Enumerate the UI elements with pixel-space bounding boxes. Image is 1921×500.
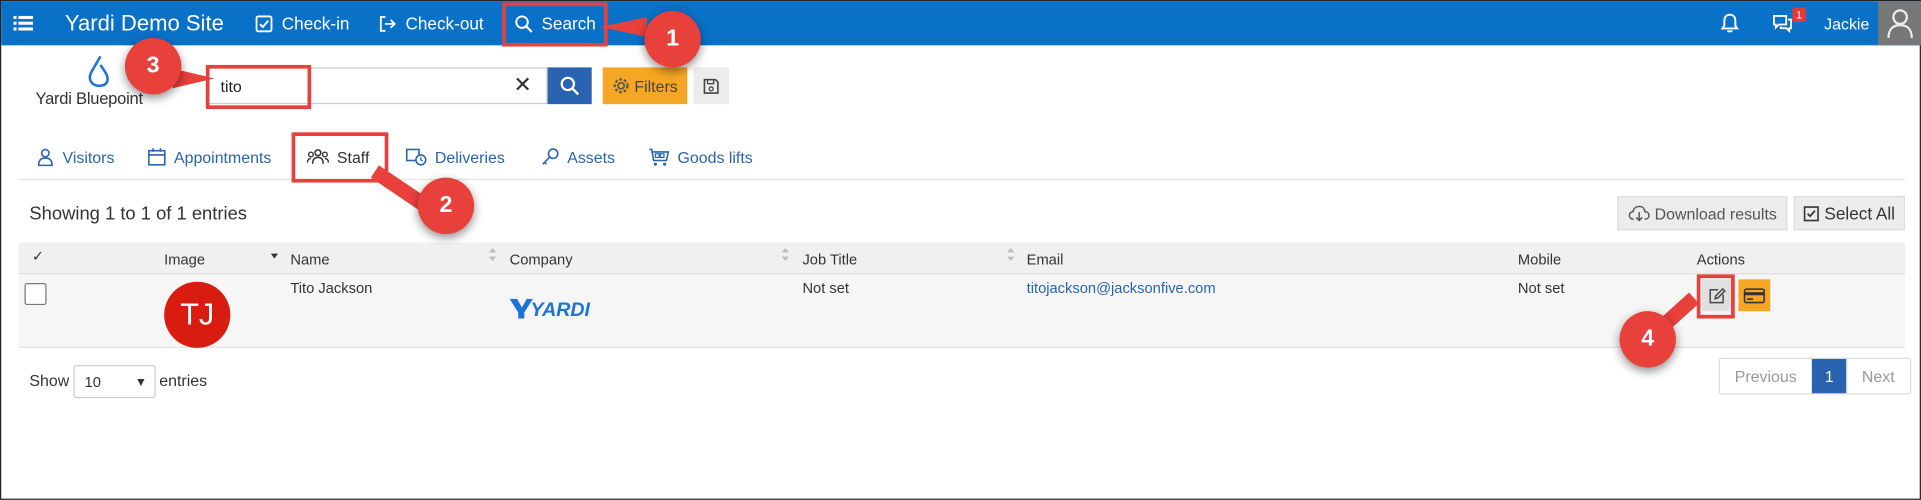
- filters-button[interactable]: Filters: [602, 67, 688, 105]
- search-icon: [560, 76, 580, 96]
- entries-per-page-value: 10: [84, 373, 101, 391]
- cloud-download-icon: [1628, 205, 1650, 222]
- select-all-label: Select All: [1824, 203, 1895, 223]
- edit-icon: [1708, 287, 1726, 303]
- exit-icon: [379, 15, 396, 32]
- tab-appointments-label: Appointments: [173, 147, 272, 167]
- callout-1: 1: [644, 11, 701, 68]
- floppy-disk-icon: [703, 78, 719, 94]
- previous-page-button[interactable]: Previous: [1720, 359, 1811, 393]
- visitor-icon: [37, 148, 53, 167]
- sort-icon[interactable]: [779, 246, 791, 263]
- access-card-button[interactable]: [1738, 279, 1771, 312]
- tab-bar: Visitors Appointments Staff Deliveries A…: [18, 138, 1906, 181]
- username[interactable]: Jackie: [1824, 1, 1869, 45]
- bluepoint-logo-icon: [88, 55, 109, 87]
- nav-search[interactable]: Search: [515, 1, 596, 45]
- column-header-email[interactable]: Email: [1027, 251, 1064, 268]
- column-header-mobile[interactable]: Mobile: [1518, 251, 1561, 268]
- callout-2: 2: [417, 177, 475, 234]
- top-navbar: Yardi Demo Site Check-in Check-out Searc…: [1, 1, 1921, 46]
- hamburger-menu-icon[interactable]: [13, 1, 38, 45]
- entries-info: Showing 1 to 1 of 1 entries: [29, 203, 248, 225]
- staff-email-link[interactable]: titojackson@jacksonfive.com: [1027, 279, 1216, 296]
- staff-name: Tito Jackson: [290, 279, 373, 297]
- download-results-label: Download results: [1654, 203, 1777, 223]
- search-icon: [515, 14, 533, 33]
- tab-appointments[interactable]: Appointments: [147, 143, 271, 170]
- staff-avatar: TJ: [164, 281, 231, 348]
- row-select-checkbox[interactable]: [24, 282, 47, 306]
- clear-search-icon[interactable]: ✕: [513, 72, 531, 98]
- nav-check-out[interactable]: Check-out: [379, 1, 484, 45]
- chat-icon[interactable]: [1771, 1, 1793, 45]
- column-header-name[interactable]: Name: [290, 251, 329, 268]
- column-header-select[interactable]: ✓: [32, 247, 44, 264]
- gear-icon: [613, 78, 629, 94]
- search-button[interactable]: [547, 67, 592, 105]
- tab-deliveries[interactable]: Deliveries: [405, 143, 505, 170]
- delivery-icon: [405, 148, 427, 166]
- select-all-button[interactable]: Select All: [1793, 196, 1906, 231]
- credit-card-icon: [1743, 287, 1765, 303]
- column-header-image[interactable]: Image: [164, 251, 205, 268]
- filters-label: Filters: [634, 76, 678, 95]
- cart-icon: [649, 148, 670, 166]
- table-header: ✓ Image Name Company Job Title Email Mob…: [18, 242, 1906, 275]
- next-page-button[interactable]: Next: [1845, 358, 1909, 394]
- nav-check-out-label: Check-out: [405, 13, 484, 34]
- column-header-company[interactable]: Company: [510, 251, 573, 268]
- callout-3: 3: [124, 37, 182, 95]
- nav-search-label: Search: [541, 13, 596, 34]
- tab-staff-label: Staff: [336, 147, 370, 167]
- search-input[interactable]: [207, 67, 548, 105]
- notification-badge: 1: [1792, 7, 1806, 23]
- entries-per-page-select[interactable]: 10 ▼: [73, 365, 156, 399]
- sort-desc-icon[interactable]: [268, 246, 280, 263]
- tab-visitors[interactable]: Visitors: [36, 143, 115, 170]
- checkbox-checked-icon: [1804, 205, 1820, 221]
- callout-4: 4: [1619, 311, 1676, 368]
- tab-staff[interactable]: Staff: [306, 143, 369, 170]
- company-logo-text: YARDI: [530, 299, 590, 321]
- entries-label: entries: [159, 371, 208, 390]
- key-icon: [542, 148, 559, 165]
- callout-1-pointer: [600, 17, 647, 37]
- show-label: Show: [29, 371, 70, 390]
- bell-icon[interactable]: [1719, 1, 1741, 45]
- sort-icon[interactable]: [1005, 246, 1017, 263]
- column-header-actions: Actions: [1696, 251, 1745, 269]
- people-icon: [306, 149, 330, 164]
- user-avatar-icon[interactable]: [1878, 1, 1921, 46]
- page-1-button[interactable]: 1: [1811, 358, 1846, 394]
- yardi-company-logo: YARDI: [509, 298, 591, 321]
- staff-job-title: Not set: [802, 279, 850, 297]
- staff-mobile: Not set: [1517, 279, 1565, 297]
- sort-icon[interactable]: [486, 246, 498, 263]
- pagination: Previous 1 Next: [1718, 357, 1911, 395]
- tab-goods-lifts-label: Goods lifts: [677, 147, 753, 167]
- column-header-job-title[interactable]: Job Title: [802, 251, 857, 268]
- download-results-button[interactable]: Download results: [1617, 196, 1788, 231]
- logo-text: Yardi Bluepoint: [35, 89, 144, 108]
- tab-visitors-label: Visitors: [62, 147, 115, 167]
- save-search-button[interactable]: [693, 67, 729, 105]
- page: Yardi Demo Site Check-in Check-out Searc…: [0, 0, 1921, 500]
- tab-assets-label: Assets: [567, 147, 616, 167]
- edit-button[interactable]: [1701, 279, 1732, 312]
- tab-assets[interactable]: Assets: [540, 143, 615, 170]
- nav-check-in[interactable]: Check-in: [255, 1, 350, 45]
- tab-goods-lifts[interactable]: Goods lifts: [648, 143, 753, 170]
- chevron-down-icon: ▼: [134, 376, 148, 390]
- checkbox-icon: [255, 14, 273, 32]
- calendar-icon: [148, 148, 166, 166]
- tab-deliveries-label: Deliveries: [434, 147, 505, 167]
- nav-check-in-label: Check-in: [281, 13, 350, 34]
